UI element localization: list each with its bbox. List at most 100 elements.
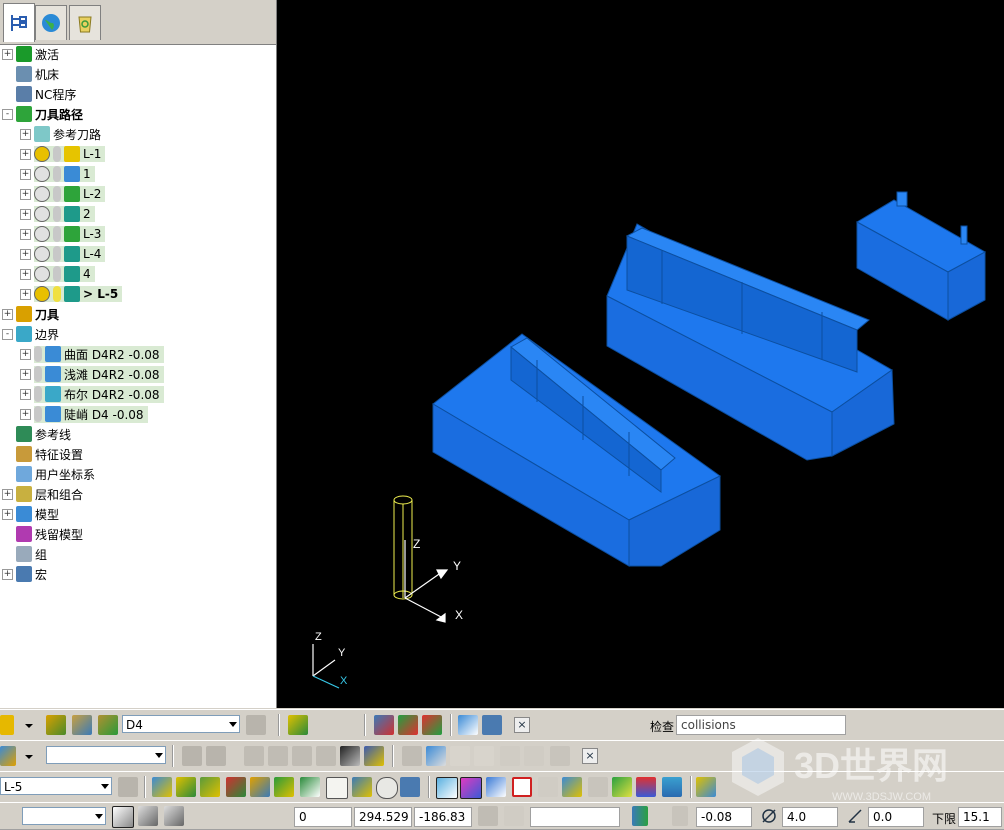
- collision-check-icon[interactable]: [398, 715, 418, 735]
- gouge-check-icon[interactable]: [422, 715, 442, 735]
- lower-limit-field[interactable]: 15.1: [958, 807, 1002, 827]
- lightbulb-icon[interactable]: [53, 266, 61, 282]
- tool-database-icon[interactable]: [246, 715, 266, 735]
- tree-item[interactable]: - 刀具路径: [0, 104, 276, 124]
- leads-display-icon[interactable]: [538, 777, 558, 797]
- lightbulb-icon[interactable]: [53, 286, 61, 302]
- tree-item[interactable]: +4: [0, 264, 276, 284]
- display-mode-icon[interactable]: [436, 777, 458, 799]
- tree-item[interactable]: 特征设置: [0, 444, 276, 464]
- tree-item[interactable]: + 模型: [0, 504, 276, 524]
- lightbulb-icon[interactable]: [53, 146, 61, 162]
- tree-item[interactable]: + 宏: [0, 564, 276, 584]
- tab-recycle[interactable]: [69, 5, 101, 40]
- tree-item[interactable]: + 曲面 D4R2 -0.08: [0, 344, 276, 364]
- expand-icon[interactable]: +: [20, 189, 31, 200]
- tree-item[interactable]: 机床: [0, 64, 276, 84]
- chevron-down-icon[interactable]: [22, 715, 36, 735]
- edit-tool-icon[interactable]: [288, 715, 308, 735]
- coord-z-field[interactable]: [530, 807, 620, 827]
- lightbulb-icon[interactable]: [53, 226, 61, 242]
- tree-item[interactable]: + L-2: [0, 184, 276, 204]
- lightbulb-icon[interactable]: [53, 166, 61, 182]
- open-folder-icon[interactable]: [182, 746, 202, 766]
- clear-icon[interactable]: [482, 715, 502, 735]
- leads-links-icon[interactable]: [226, 777, 246, 797]
- undo-icon[interactable]: [500, 746, 520, 766]
- boundary-shape-icon[interactable]: [244, 746, 264, 766]
- expand-icon[interactable]: +: [20, 229, 31, 240]
- tool-holder-icon[interactable]: [72, 715, 92, 735]
- coord-x-field[interactable]: 294.529: [354, 807, 412, 827]
- expand-icon[interactable]: +: [2, 509, 13, 520]
- tree-item[interactable]: + L-1: [0, 144, 276, 164]
- nc-preferences-icon[interactable]: [300, 777, 320, 797]
- tree-item[interactable]: 残留模型: [0, 524, 276, 544]
- clear-icon[interactable]: [550, 746, 570, 766]
- list-icon[interactable]: [696, 777, 716, 797]
- points-icon[interactable]: [512, 777, 532, 797]
- tree-item[interactable]: + 浅滩 D4R2 -0.08: [0, 364, 276, 384]
- eraser-icon[interactable]: [474, 746, 494, 766]
- workplane-select[interactable]: [22, 807, 106, 825]
- tree-item[interactable]: + 层和组合: [0, 484, 276, 504]
- lightbulb-icon[interactable]: [34, 346, 42, 362]
- expand-icon[interactable]: +: [20, 129, 31, 140]
- collapse-icon[interactable]: -: [2, 329, 13, 340]
- tab-globe[interactable]: [35, 5, 67, 40]
- tree-item[interactable]: +1: [0, 164, 276, 184]
- pencil-icon[interactable]: [458, 715, 478, 735]
- toolpath-strategy-icon[interactable]: [152, 777, 172, 797]
- expand-icon[interactable]: +: [2, 309, 13, 320]
- grid-icon[interactable]: [478, 806, 498, 826]
- expand-icon[interactable]: +: [2, 569, 13, 580]
- tree-item[interactable]: + 刀具: [0, 304, 276, 324]
- expand-icon[interactable]: +: [20, 349, 31, 360]
- tree-item[interactable]: 参考线: [0, 424, 276, 444]
- boundary-edit-icon[interactable]: [426, 746, 446, 766]
- tree-item[interactable]: - 边界: [0, 324, 276, 344]
- tree-item[interactable]: NC程序: [0, 84, 276, 104]
- expand-icon[interactable]: +: [20, 269, 31, 280]
- toolpath-select[interactable]: L-5: [0, 777, 112, 795]
- tree-item[interactable]: + > L-5: [0, 284, 276, 304]
- iso-view-icon[interactable]: [138, 806, 158, 826]
- graphics-viewport[interactable]: Z Y X Z Y X: [277, 0, 1004, 708]
- expand-icon[interactable]: +: [20, 369, 31, 380]
- tool-icon[interactable]: [0, 715, 14, 735]
- toolpath-edit-icon[interactable]: [374, 715, 394, 735]
- lightbulb-icon[interactable]: [34, 406, 42, 422]
- tree-item[interactable]: + 陡峭 D4 -0.08: [0, 404, 276, 424]
- tree-item[interactable]: 用户坐标系: [0, 464, 276, 484]
- clear-icon[interactable]: [400, 777, 420, 797]
- tree-item[interactable]: 组: [0, 544, 276, 564]
- boundary-pen-icon[interactable]: [364, 746, 384, 766]
- shading-icon[interactable]: [636, 777, 656, 797]
- collision-display-icon[interactable]: [588, 777, 608, 797]
- tolerance-field[interactable]: 0.0: [868, 807, 924, 827]
- start-end-icon[interactable]: [250, 777, 270, 797]
- diameter-field[interactable]: 4.0: [782, 807, 838, 827]
- workplane-view-icon[interactable]: [164, 806, 184, 826]
- tool-type-icon[interactable]: [46, 715, 66, 735]
- tree-item[interactable]: + 激活: [0, 44, 276, 64]
- tree-item[interactable]: + L-3: [0, 224, 276, 244]
- coord-y-field[interactable]: -186.83: [414, 807, 472, 827]
- boundary-star-icon[interactable]: [268, 746, 288, 766]
- redo-icon[interactable]: [524, 746, 544, 766]
- chevron-down-icon[interactable]: [22, 746, 36, 766]
- tree-item[interactable]: + 布尔 D4R2 -0.08: [0, 384, 276, 404]
- rapid-moves-icon[interactable]: [460, 777, 482, 799]
- expand-icon[interactable]: +: [2, 49, 13, 60]
- thickness-field[interactable]: -0.08: [696, 807, 752, 827]
- lightbulb-icon[interactable]: [53, 246, 61, 262]
- tree-item[interactable]: +2: [0, 204, 276, 224]
- boundary-frame-icon[interactable]: [340, 746, 360, 766]
- collapse-icon[interactable]: -: [2, 109, 13, 120]
- tool-axis-display-icon[interactable]: [562, 777, 582, 797]
- expand-icon[interactable]: +: [20, 209, 31, 220]
- stock-display-icon[interactable]: [662, 777, 682, 797]
- toolpath-rapid-icon[interactable]: [200, 777, 220, 797]
- feeds-speeds-icon[interactable]: [274, 777, 294, 797]
- expand-icon[interactable]: +: [20, 169, 31, 180]
